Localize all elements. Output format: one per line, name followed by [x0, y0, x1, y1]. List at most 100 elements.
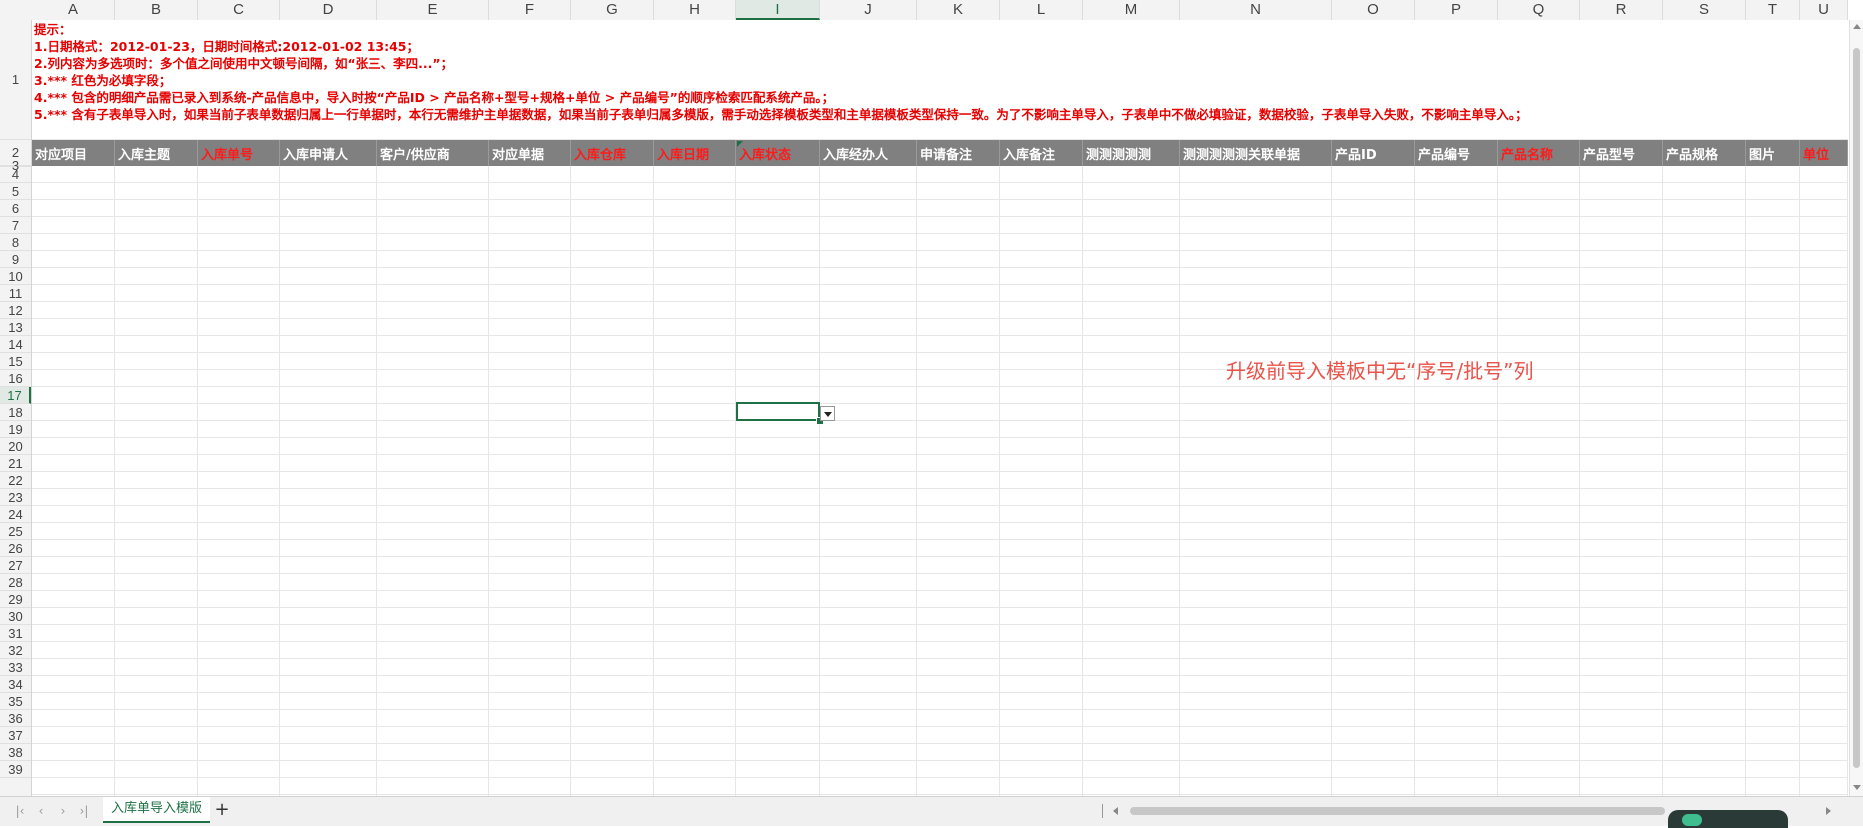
header-cell-B[interactable]: 入库主题 [115, 140, 198, 166]
row-header-17[interactable]: 17 [0, 387, 31, 404]
row-header-37[interactable]: 37 [0, 727, 31, 744]
prev-sheet-icon[interactable]: ‹ [33, 804, 49, 818]
cell-grid[interactable] [32, 20, 1848, 796]
header-cell-H[interactable]: 入库日期 [654, 140, 736, 166]
column-header-M[interactable]: M [1083, 0, 1180, 20]
scroll-left-icon[interactable] [1113, 807, 1118, 815]
row-header-26[interactable]: 26 [0, 540, 31, 557]
row-header-8[interactable]: 8 [0, 234, 31, 251]
row-header-35[interactable]: 35 [0, 693, 31, 710]
add-sheet-button[interactable]: + [212, 799, 232, 821]
row-gridline [32, 301, 1848, 302]
row-header-29[interactable]: 29 [0, 591, 31, 608]
sheet-tab-active[interactable]: 入库单导入模版 [103, 797, 210, 823]
row-header-20[interactable]: 20 [0, 438, 31, 455]
selected-cell-I17[interactable] [736, 402, 820, 421]
header-cell-C[interactable]: 入库单号 [198, 140, 280, 166]
column-header-O[interactable]: O [1332, 0, 1415, 20]
row-header-28[interactable]: 28 [0, 574, 31, 591]
header-cell-U[interactable]: 单位 [1800, 140, 1848, 166]
header-cell-D[interactable]: 入库申请人 [280, 140, 377, 166]
scroll-down-icon[interactable] [1853, 785, 1861, 790]
row-header-11[interactable]: 11 [0, 285, 31, 302]
scroll-divider[interactable] [1102, 804, 1103, 818]
next-sheet-icon[interactable]: › [55, 804, 71, 818]
row-header-22[interactable]: 22 [0, 472, 31, 489]
row-header-27[interactable]: 27 [0, 557, 31, 574]
first-sheet-icon[interactable]: |‹ [12, 804, 28, 818]
column-header-P[interactable]: P [1415, 0, 1498, 20]
column-header-S[interactable]: S [1663, 0, 1746, 20]
row-header-13[interactable]: 13 [0, 319, 31, 336]
column-header-B[interactable]: B [115, 0, 198, 20]
last-sheet-icon[interactable]: ›| [76, 804, 92, 818]
row-header-30[interactable]: 30 [0, 608, 31, 625]
column-header-U[interactable]: U [1800, 0, 1848, 20]
column-header-G[interactable]: G [571, 0, 654, 20]
row-header-39[interactable]: 39 [0, 761, 31, 778]
header-cell-J[interactable]: 入库经办人 [820, 140, 917, 166]
row-header-21[interactable]: 21 [0, 455, 31, 472]
row-header-1[interactable]: 1 [0, 20, 31, 140]
header-cell-I[interactable]: 入库状态 [736, 140, 820, 166]
scroll-up-icon[interactable] [1853, 24, 1861, 29]
column-header-K[interactable]: K [917, 0, 1000, 20]
horizontal-scroll-thumb[interactable] [1130, 807, 1665, 815]
column-header-I[interactable]: I [736, 0, 820, 20]
row-header-31[interactable]: 31 [0, 625, 31, 642]
column-header-R[interactable]: R [1580, 0, 1663, 20]
vertical-scrollbar[interactable] [1849, 20, 1863, 796]
row-header-14[interactable]: 14 [0, 336, 31, 353]
header-cell-M[interactable]: 测测测测测 [1083, 140, 1180, 166]
header-cell-G[interactable]: 入库仓库 [571, 140, 654, 166]
row-header-19[interactable]: 19 [0, 421, 31, 438]
column-header-H[interactable]: H [654, 0, 736, 20]
row-header-7[interactable]: 7 [0, 217, 31, 234]
row-header-6[interactable]: 6 [0, 200, 31, 217]
row-header-10[interactable]: 10 [0, 268, 31, 285]
row-header-24[interactable]: 24 [0, 506, 31, 523]
row-header-36[interactable]: 36 [0, 710, 31, 727]
header-cell-Q[interactable]: 产品名称 [1498, 140, 1580, 166]
row-header-12[interactable]: 12 [0, 302, 31, 319]
floating-assistant-widget[interactable] [1668, 810, 1788, 828]
row-header-4[interactable]: 4 [0, 166, 31, 183]
header-cell-R[interactable]: 产品型号 [1580, 140, 1663, 166]
column-header-Q[interactable]: Q [1498, 0, 1580, 20]
header-cell-A[interactable]: 对应项目 [32, 140, 115, 166]
column-header-N[interactable]: N [1180, 0, 1332, 20]
row-header-18[interactable]: 18 [0, 404, 31, 421]
scroll-right-icon[interactable] [1826, 807, 1831, 815]
row-header-16[interactable]: 16 [0, 370, 31, 387]
header-cell-P[interactable]: 产品编号 [1415, 140, 1498, 166]
row-gridline [32, 488, 1848, 489]
column-header-T[interactable]: T [1746, 0, 1800, 20]
row-header-25[interactable]: 25 [0, 523, 31, 540]
column-header-C[interactable]: C [198, 0, 280, 20]
row-header-33[interactable]: 33 [0, 659, 31, 676]
column-header-F[interactable]: F [489, 0, 571, 20]
header-cell-T[interactable]: 图片 [1746, 140, 1800, 166]
column-header-L[interactable]: L [1000, 0, 1083, 20]
vertical-scroll-thumb[interactable] [1853, 48, 1860, 768]
header-cell-L[interactable]: 入库备注 [1000, 140, 1083, 166]
row-gridline [32, 692, 1848, 693]
column-header-D[interactable]: D [280, 0, 377, 20]
row-header-32[interactable]: 32 [0, 642, 31, 659]
row-header-9[interactable]: 9 [0, 251, 31, 268]
header-cell-S[interactable]: 产品规格 [1663, 140, 1746, 166]
row-header-15[interactable]: 15 [0, 353, 31, 370]
header-cell-E[interactable]: 客户/供应商 [377, 140, 489, 166]
row-header-23[interactable]: 23 [0, 489, 31, 506]
column-header-A[interactable]: A [32, 0, 115, 20]
row-header-5[interactable]: 5 [0, 183, 31, 200]
header-cell-N[interactable]: 测测测测测关联单据 [1180, 140, 1332, 166]
row-header-38[interactable]: 38 [0, 744, 31, 761]
cell-dropdown-button[interactable] [820, 406, 835, 421]
header-cell-F[interactable]: 对应单据 [489, 140, 571, 166]
column-header-E[interactable]: E [377, 0, 489, 20]
column-header-J[interactable]: J [820, 0, 917, 20]
row-header-34[interactable]: 34 [0, 676, 31, 693]
header-cell-O[interactable]: 产品ID [1332, 140, 1415, 166]
header-cell-K[interactable]: 申请备注 [917, 140, 1000, 166]
